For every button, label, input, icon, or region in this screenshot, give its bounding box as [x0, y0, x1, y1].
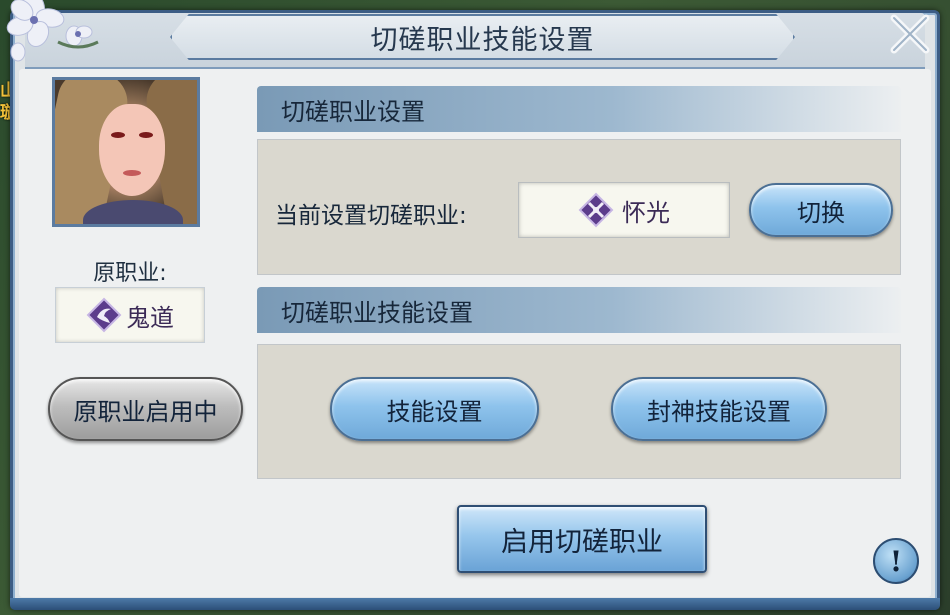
help-button[interactable]: ! — [873, 538, 919, 584]
original-class-enabled-button[interactable]: 原职业启用中 — [48, 377, 243, 441]
skill-settings-button[interactable]: 技能设置 — [330, 377, 539, 441]
enable-spar-class-button[interactable]: 启用切磋职业 — [457, 505, 707, 573]
title-bar: 切磋职业技能设置 — [170, 14, 795, 60]
spar-skill-section-header: 切磋职业技能设置 — [257, 287, 901, 333]
flower-decoration-icon — [6, 0, 99, 62]
current-class-box: 怀光 — [518, 182, 730, 238]
character-portrait — [52, 77, 200, 227]
close-button[interactable] — [886, 10, 934, 62]
help-icon: ! — [889, 544, 903, 578]
skill-settings-label: 技能设置 — [386, 397, 483, 426]
spar-class-section-header: 切磋职业设置 — [257, 86, 901, 132]
guidao-class-icon — [86, 297, 122, 333]
spar-class-section-title: 切磋职业设置 — [281, 97, 425, 126]
fengshen-skill-settings-label: 封神技能设置 — [647, 397, 791, 426]
enable-spar-class-label: 启用切磋职业 — [501, 526, 663, 558]
current-class-label: 当前设置切磋职业: — [275, 203, 467, 229]
spar-skill-section-title: 切磋职业技能设置 — [281, 298, 473, 327]
original-class-label: 原职业: — [93, 261, 167, 286]
fengshen-skill-settings-button[interactable]: 封神技能设置 — [611, 377, 827, 441]
switch-class-button[interactable]: 切换 — [749, 183, 893, 237]
original-class-enabled-label: 原职业启用中 — [73, 397, 218, 426]
dialog-bottom-bar — [10, 598, 940, 610]
huaiguang-class-icon — [578, 192, 614, 228]
close-icon — [890, 14, 930, 54]
switch-class-label: 切换 — [797, 198, 845, 227]
original-class-box: 鬼道 — [55, 287, 205, 343]
original-class-name: 鬼道 — [126, 303, 174, 332]
current-class-name: 怀光 — [622, 198, 670, 227]
dialog-title: 切磋职业技能设置 — [370, 24, 595, 56]
